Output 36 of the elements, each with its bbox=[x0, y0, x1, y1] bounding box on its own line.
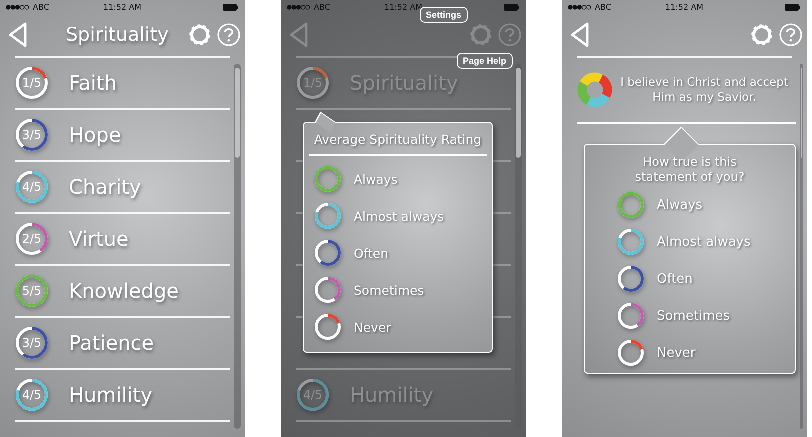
status-time: 11:52 AM bbox=[384, 2, 422, 12]
tooltip: Page Help bbox=[457, 53, 513, 69]
rating-text: 5/5 bbox=[22, 284, 42, 298]
rating-text: 4/5 bbox=[22, 388, 42, 402]
popup-title: Average Spirituality Rating bbox=[309, 123, 487, 156]
legend-label: Always bbox=[354, 172, 398, 186]
legend-label: Always bbox=[657, 198, 703, 212]
legend-label: Almost always bbox=[354, 208, 444, 224]
statement-text: I believe in Christ and accept Him as my Savior. bbox=[620, 75, 790, 105]
carrier-name: ABC bbox=[595, 2, 612, 12]
category-label[interactable]: Virtue bbox=[69, 227, 129, 251]
legend-label: Almost always bbox=[657, 234, 751, 250]
question-text: How true is this statement of you? bbox=[634, 154, 746, 185]
legend-label: Often bbox=[354, 246, 389, 260]
carrier-name: ABC bbox=[33, 2, 50, 12]
rating-text: 3/5 bbox=[22, 128, 42, 142]
legend-label: Often bbox=[657, 272, 693, 286]
category-label[interactable]: Hope bbox=[69, 123, 122, 147]
tooltip: Settings bbox=[420, 7, 468, 23]
category-label[interactable]: Knowledge bbox=[69, 279, 179, 303]
status-time: 11:52 AM bbox=[666, 2, 704, 12]
legend-label: Never bbox=[657, 346, 696, 360]
rating-text: 1/5 bbox=[22, 76, 42, 90]
legend-label: Sometimes bbox=[354, 282, 424, 298]
rating-text: 3/5 bbox=[22, 336, 42, 350]
carrier-name: ABC bbox=[314, 2, 330, 12]
page-title: Spirituality bbox=[66, 24, 169, 46]
legend-label: Sometimes bbox=[657, 308, 730, 324]
rating-text: 4/5 bbox=[22, 180, 42, 194]
legend-label: Never bbox=[354, 320, 392, 334]
category-label[interactable]: Charity bbox=[69, 175, 142, 199]
status-time: 11:52 AM bbox=[104, 2, 142, 12]
rating-text: 2/5 bbox=[22, 232, 42, 246]
category-label[interactable]: Faith bbox=[69, 71, 117, 95]
category-label[interactable]: Patience bbox=[69, 331, 154, 355]
category-label[interactable]: Humility bbox=[69, 383, 153, 407]
